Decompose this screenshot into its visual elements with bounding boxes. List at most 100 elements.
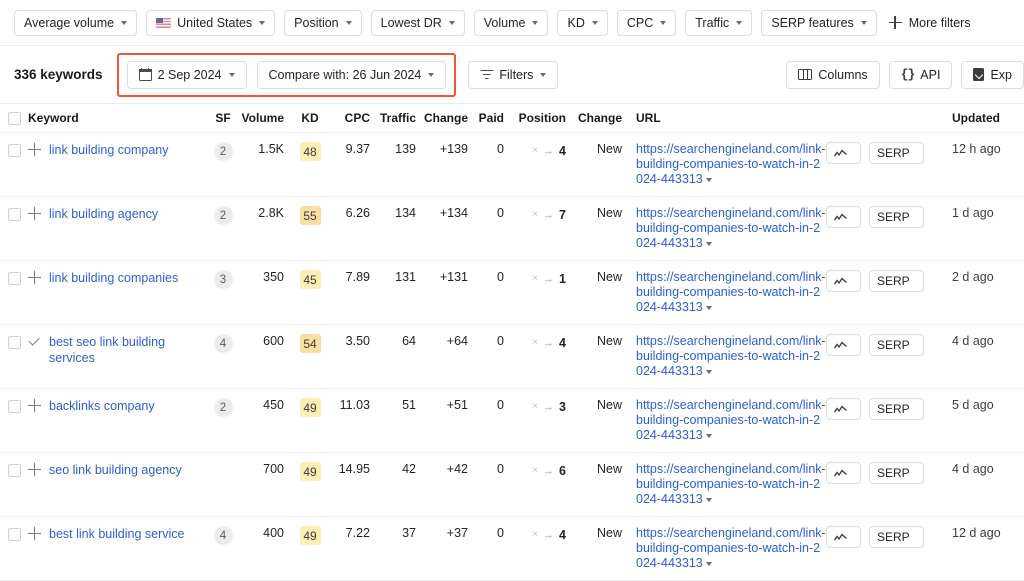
serp-button[interactable]: SERP bbox=[869, 334, 924, 357]
header-position-change[interactable]: Change bbox=[572, 104, 630, 134]
filter-serp-features-button[interactable]: SERP features bbox=[761, 9, 877, 36]
row-actions-cell: SERP bbox=[826, 452, 946, 518]
plus-icon[interactable] bbox=[28, 270, 41, 285]
plus-icon[interactable] bbox=[28, 398, 41, 413]
chevron-down-icon[interactable] bbox=[705, 498, 712, 503]
metrics-chart-button[interactable] bbox=[826, 526, 861, 549]
metrics-chart-button[interactable] bbox=[826, 142, 861, 165]
select-all-header bbox=[0, 104, 28, 134]
metrics-chart-button[interactable] bbox=[826, 206, 861, 229]
filter-traffic-button[interactable]: Traffic bbox=[685, 9, 753, 36]
keyword-link[interactable]: seo link building agency bbox=[49, 462, 182, 478]
serp-button[interactable]: SERP bbox=[869, 462, 924, 485]
chevron-down-icon[interactable] bbox=[705, 242, 712, 247]
filter-cpc-button[interactable]: CPC bbox=[616, 9, 677, 36]
filter-position-button[interactable]: Position bbox=[284, 9, 362, 36]
url-link[interactable]: https://searchengineland.com/link-buildi… bbox=[636, 142, 826, 186]
kd-cell: 49 bbox=[290, 516, 330, 581]
metrics-chart-button[interactable] bbox=[826, 462, 861, 485]
header-kd[interactable]: KD bbox=[290, 104, 330, 134]
plus-icon[interactable] bbox=[28, 142, 41, 157]
export-button[interactable]: Exp bbox=[961, 60, 1024, 89]
keyword-link[interactable]: backlinks company bbox=[49, 398, 155, 414]
filter-lowest-dr-button[interactable]: Lowest DR bbox=[370, 9, 465, 36]
keyword-link[interactable]: link building agency bbox=[49, 206, 158, 222]
serp-label: SERP bbox=[877, 210, 910, 225]
keyword-link[interactable]: link building company bbox=[49, 142, 169, 158]
traffic-cell: 42 bbox=[376, 452, 422, 518]
header-traffic-change[interactable]: Change bbox=[422, 104, 474, 134]
api-label: API bbox=[920, 67, 941, 82]
row-checkbox[interactable] bbox=[7, 527, 21, 541]
url-link[interactable]: https://searchengineland.com/link-buildi… bbox=[636, 462, 826, 506]
chevron-down-icon[interactable] bbox=[705, 434, 712, 439]
keyword-cell: link building company bbox=[28, 132, 206, 198]
url-link[interactable]: https://searchengineland.com/link-buildi… bbox=[636, 270, 826, 314]
header-sf[interactable]: SF bbox=[206, 104, 240, 134]
header-traffic[interactable]: Traffic bbox=[376, 104, 422, 134]
table-row: link building companies 3 350 45 7.89 131 +131… bbox=[0, 260, 1024, 326]
row-checkbox[interactable] bbox=[7, 207, 21, 221]
serp-button[interactable]: SERP bbox=[869, 206, 924, 229]
filters-button[interactable]: Filters bbox=[468, 60, 559, 89]
paid-cell: 0 bbox=[474, 452, 510, 518]
serp-button[interactable]: SERP bbox=[869, 526, 924, 549]
plus-icon[interactable] bbox=[28, 526, 41, 541]
columns-button[interactable]: Columns bbox=[786, 60, 880, 89]
header-position[interactable]: Position bbox=[510, 104, 572, 134]
select-all-checkbox[interactable] bbox=[7, 112, 21, 126]
sf-cell: 2 bbox=[206, 388, 240, 454]
chevron-down-icon[interactable] bbox=[705, 306, 712, 311]
url-cell: https://searchengineland.com/link-buildi… bbox=[630, 516, 826, 581]
header-volume[interactable]: Volume bbox=[240, 104, 290, 134]
serp-button[interactable]: SERP bbox=[869, 142, 924, 165]
serp-label: SERP bbox=[877, 402, 910, 417]
check-icon[interactable] bbox=[28, 334, 41, 349]
url-link[interactable]: https://searchengineland.com/link-buildi… bbox=[636, 334, 826, 378]
plus-icon[interactable] bbox=[28, 206, 41, 221]
header-updated[interactable]: Updated bbox=[946, 104, 1024, 134]
metrics-chart-button[interactable] bbox=[826, 270, 861, 293]
row-checkbox[interactable] bbox=[7, 463, 21, 477]
chevron-down-icon[interactable] bbox=[705, 178, 712, 183]
serp-button[interactable]: SERP bbox=[869, 398, 924, 421]
previous-position: × bbox=[532, 337, 539, 349]
filter-volume-button[interactable]: Volume bbox=[473, 9, 549, 36]
row-checkbox[interactable] bbox=[7, 271, 21, 285]
keyword-link[interactable]: best seo link building services bbox=[49, 334, 206, 366]
chevron-down-icon[interactable] bbox=[705, 562, 712, 567]
row-checkbox[interactable] bbox=[7, 335, 21, 349]
header-cpc[interactable]: CPC bbox=[330, 104, 376, 134]
updated-cell: 2 d ago bbox=[946, 260, 1024, 326]
compare-date-button[interactable]: Compare with: 26 Jun 2024 bbox=[256, 60, 447, 89]
row-checkbox[interactable] bbox=[7, 399, 21, 413]
filter-kd-button[interactable]: KD bbox=[557, 9, 608, 36]
more-filters-button[interactable]: More filters bbox=[888, 16, 971, 30]
header-paid[interactable]: Paid bbox=[474, 104, 510, 134]
position-change-cell: New bbox=[572, 260, 630, 326]
updated-cell: 12 h ago bbox=[946, 132, 1024, 198]
date-picker-button[interactable]: 2 Sep 2024 bbox=[126, 60, 247, 89]
url-link[interactable]: https://searchengineland.com/link-buildi… bbox=[636, 398, 826, 442]
keyword-link[interactable]: best link building service bbox=[49, 526, 185, 542]
calendar-icon bbox=[138, 68, 152, 81]
filter-united-states-button[interactable]: United States bbox=[146, 9, 276, 36]
metrics-chart-button[interactable] bbox=[826, 398, 861, 421]
url-cell: https://searchengineland.com/link-buildi… bbox=[630, 452, 826, 518]
cpc-cell: 7.89 bbox=[330, 260, 376, 326]
keyword-cell: link building agency bbox=[28, 196, 206, 262]
row-actions-cell: SERP bbox=[826, 516, 946, 581]
header-keyword[interactable]: Keyword bbox=[28, 104, 206, 134]
chevron-down-icon[interactable] bbox=[705, 370, 712, 375]
previous-position: × bbox=[532, 401, 539, 413]
metrics-chart-button[interactable] bbox=[826, 334, 861, 357]
url-link[interactable]: https://searchengineland.com/link-buildi… bbox=[636, 206, 826, 250]
header-url[interactable]: URL bbox=[630, 104, 826, 134]
url-link[interactable]: https://searchengineland.com/link-buildi… bbox=[636, 526, 826, 570]
row-checkbox[interactable] bbox=[7, 143, 21, 157]
filter-average-volume-button[interactable]: Average volume bbox=[14, 9, 138, 36]
plus-icon[interactable] bbox=[28, 462, 41, 477]
keyword-link[interactable]: link building companies bbox=[49, 270, 178, 286]
serp-button[interactable]: SERP bbox=[869, 270, 924, 293]
api-button[interactable]: {} API bbox=[888, 60, 953, 89]
